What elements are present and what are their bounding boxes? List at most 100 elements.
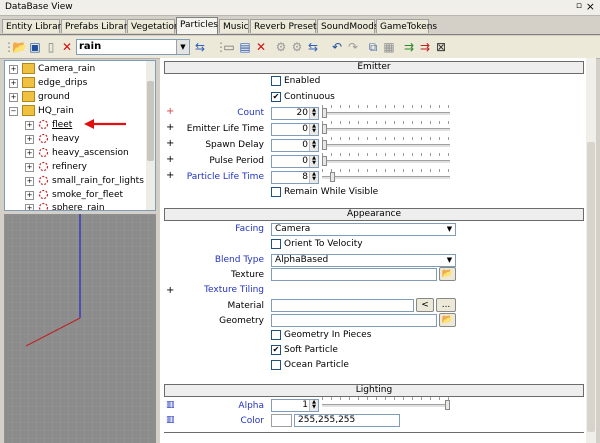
chevron-down-icon[interactable]: ▼: [444, 255, 455, 266]
spinner-icon[interactable]: ▲ ▼: [309, 108, 318, 119]
geometry-in-pieces-checkbox[interactable]: [271, 330, 281, 340]
tree-item-refinery[interactable]: + refinery: [25, 160, 87, 174]
add-particle-icon[interactable]: ⇉: [402, 40, 416, 54]
open-folder-icon[interactable]: 📂: [439, 267, 456, 281]
tree-scrollbar[interactable]: [146, 61, 155, 210]
tree-scrollbar-thumb[interactable]: [147, 81, 154, 161]
color-input[interactable]: 255,255,255: [294, 414, 400, 427]
reload-icon[interactable]: ⇆: [193, 40, 207, 54]
chevron-down-icon[interactable]: ▼: [444, 224, 455, 235]
material-back-button[interactable]: <: [416, 298, 434, 312]
open-folder-icon[interactable]: 📂: [12, 40, 27, 54]
orient-velocity-checkbox[interactable]: [271, 239, 281, 249]
section-lighting-header[interactable]: Lighting: [164, 384, 584, 397]
tree-item-heavy[interactable]: + heavy: [25, 132, 79, 146]
tree-item-camera-rain[interactable]: + Camera_rain: [9, 62, 95, 76]
expand-icon[interactable]: +: [9, 79, 18, 88]
expand-icon[interactable]: +: [25, 204, 34, 210]
delete-library-icon[interactable]: ✕: [60, 40, 74, 54]
alpha-slider[interactable]: [322, 397, 450, 412]
continuous-checkbox[interactable]: ✔: [271, 92, 281, 102]
expand-icon[interactable]: +: [25, 191, 34, 200]
refresh-icon[interactable]: ⇆: [306, 40, 320, 54]
expand-icon[interactable]: +: [25, 149, 34, 158]
spinner-icon[interactable]: ▲ ▼: [309, 400, 318, 411]
tree-item-edge-drips[interactable]: + edge_drips: [9, 76, 87, 90]
collapse-icon[interactable]: −: [9, 107, 18, 116]
facing-select[interactable]: Camera ▼: [271, 223, 456, 236]
expand-icon[interactable]: +: [9, 65, 18, 74]
ocean-particle-checkbox[interactable]: [271, 360, 281, 370]
tree-item-fleet[interactable]: + fleet: [25, 118, 72, 132]
library-input[interactable]: [77, 40, 177, 53]
remove-item-icon[interactable]: ✕: [254, 40, 268, 54]
preview-viewport[interactable]: [4, 214, 156, 443]
tree-item-small-rain-for-lights[interactable]: + small_rain_for_lights: [25, 174, 144, 188]
spinner-icon[interactable]: ▲ ▼: [309, 140, 318, 151]
particle-tree[interactable]: + Camera_rain + edge_drips + ground − HQ…: [4, 60, 156, 211]
undo-icon[interactable]: ↶: [330, 40, 344, 54]
count-slider[interactable]: [322, 105, 450, 120]
pin-icon[interactable]: ▫: [576, 1, 582, 11]
pulse-period-slider[interactable]: [322, 153, 450, 168]
emitter-life-input[interactable]: 0 ▲ ▼: [271, 123, 319, 136]
open-folder-icon[interactable]: 📂: [439, 313, 456, 327]
emitter-life-slider[interactable]: [322, 121, 450, 136]
tab-particles[interactable]: Particles: [176, 17, 218, 34]
library-select[interactable]: ▼: [76, 39, 190, 55]
tab-music[interactable]: Music: [219, 19, 249, 33]
section-appearance-header[interactable]: Appearance: [164, 208, 584, 221]
spinner-icon[interactable]: ▲ ▼: [309, 124, 318, 135]
remain-visible-checkbox[interactable]: [271, 187, 281, 197]
expand-icon[interactable]: +: [25, 163, 34, 172]
pulse-period-input[interactable]: 0 ▲ ▼: [271, 155, 319, 168]
expand-icon[interactable]: ⊠: [434, 40, 448, 54]
copy-icon[interactable]: ⧉: [366, 40, 380, 54]
paste-icon[interactable]: ▦: [382, 40, 396, 54]
tree-item-heavy-ascension[interactable]: + heavy_ascension: [25, 146, 129, 160]
assign-to-selection-icon[interactable]: ⚙: [274, 40, 288, 54]
soft-particle-checkbox[interactable]: ✔: [271, 345, 281, 355]
tab-vegetation[interactable]: Vegetation: [127, 19, 180, 33]
enabled-checkbox[interactable]: [271, 76, 281, 86]
save-icon[interactable]: ▣: [28, 40, 42, 54]
tree-item-sphere-rain[interactable]: + sphere_rain: [25, 201, 105, 210]
spawn-delay-slider[interactable]: [322, 137, 450, 152]
expand-icon[interactable]: +: [25, 121, 34, 130]
tree-item-ground[interactable]: + ground: [9, 90, 70, 104]
blend-type-select[interactable]: AlphaBased ▼: [271, 254, 456, 267]
tab-entity-library[interactable]: Entity Library: [2, 19, 67, 33]
tab-soundmoods[interactable]: SoundMoods: [317, 19, 379, 33]
spawn-delay-input[interactable]: 0 ▲ ▼: [271, 139, 319, 152]
property-scrollbar[interactable]: [586, 58, 596, 443]
particle-life-slider[interactable]: [322, 169, 450, 184]
material-input[interactable]: [271, 299, 414, 312]
property-scrollbar-thumb[interactable]: [587, 142, 595, 432]
expand-icon[interactable]: +: [25, 177, 34, 186]
chevron-down-icon[interactable]: ▼: [176, 40, 189, 54]
count-input[interactable]: 20 ▲ ▼: [271, 107, 319, 120]
tree-item-hq-rain[interactable]: − HQ_rain: [9, 104, 74, 118]
particle-life-input[interactable]: 8 ▲ ▼: [271, 171, 319, 184]
get-from-selection-icon[interactable]: ⚙: [290, 40, 304, 54]
close-icon[interactable]: ×: [586, 0, 595, 13]
remove-particle-icon[interactable]: ⇉: [418, 40, 432, 54]
new-library-icon[interactable]: ▯: [44, 40, 58, 54]
redo-icon[interactable]: ↷: [346, 40, 360, 54]
tree-item-smoke-for-fleet[interactable]: + smoke_for_fleet: [25, 188, 123, 202]
section-emitter-header[interactable]: Emitter: [164, 61, 584, 74]
color-swatch[interactable]: [271, 414, 292, 427]
tab-prefabs-library[interactable]: Prefabs Library: [61, 19, 133, 33]
alpha-input[interactable]: 1 ▲ ▼: [271, 399, 319, 412]
clone-item-icon[interactable]: ▤: [238, 40, 252, 54]
expand-icon[interactable]: +: [9, 93, 18, 102]
spinner-icon[interactable]: ▲ ▼: [309, 172, 318, 183]
spinner-icon[interactable]: ▲ ▼: [309, 156, 318, 167]
expand-icon[interactable]: +: [25, 135, 34, 144]
texture-input[interactable]: [271, 268, 437, 281]
tab-reverb-presets[interactable]: Reverb Presets: [250, 19, 321, 33]
tab-gametokens[interactable]: GameTokens: [376, 19, 437, 33]
material-browse-button[interactable]: ...: [436, 298, 456, 312]
add-item-icon[interactable]: ▭: [222, 40, 236, 54]
geometry-input[interactable]: [271, 314, 437, 327]
